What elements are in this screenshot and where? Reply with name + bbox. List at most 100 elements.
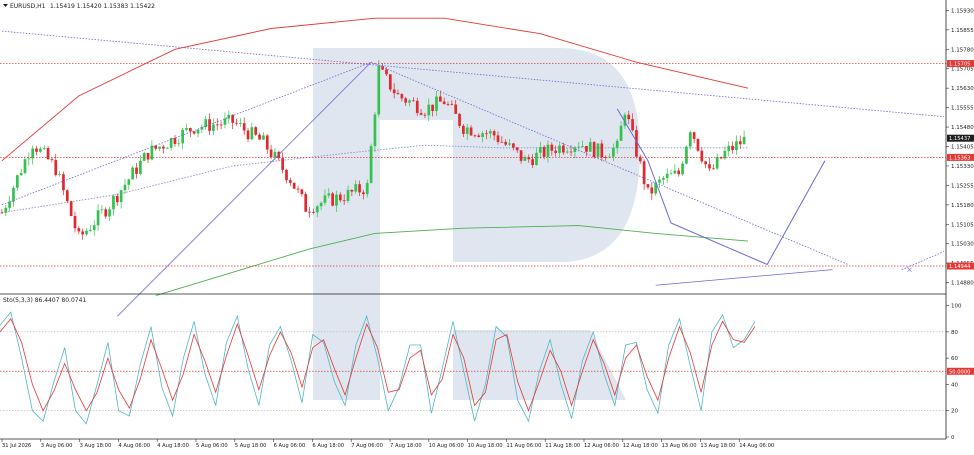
candle-body xyxy=(711,168,715,170)
candle-body xyxy=(742,136,746,145)
candle-body xyxy=(300,189,304,195)
candle-body xyxy=(262,135,265,140)
candle-body xyxy=(577,146,581,148)
candle-body xyxy=(177,143,181,145)
candle-body xyxy=(396,93,400,95)
candle-body xyxy=(112,195,115,210)
candle-body xyxy=(373,114,377,147)
candle-body xyxy=(346,189,350,201)
candle-body xyxy=(496,135,500,142)
candle-body xyxy=(62,174,65,191)
candle-body xyxy=(704,161,708,165)
candle-body xyxy=(335,194,338,206)
time-tick-label: 12 Aug 06:00 xyxy=(584,443,619,449)
candle-body xyxy=(592,142,596,158)
candle-body xyxy=(250,127,254,140)
chart-header: EURUSD,H1 1.15419 1.15420 1.15383 1.1542… xyxy=(3,3,155,10)
candle-body xyxy=(708,164,711,169)
price-tick-label: 1.15855 xyxy=(951,28,974,34)
candle-body xyxy=(81,231,85,235)
candle-body xyxy=(292,182,296,189)
price-tick-label: 1.15405 xyxy=(951,145,974,151)
candle-body xyxy=(431,104,434,111)
candle-body xyxy=(108,209,111,217)
candle-body xyxy=(585,145,588,152)
candle-body xyxy=(212,124,215,131)
candle-body xyxy=(165,147,169,149)
candle-body xyxy=(435,96,438,111)
candle-body xyxy=(12,187,15,202)
candle-body xyxy=(354,184,358,192)
candle-body xyxy=(662,177,665,180)
candle-body xyxy=(238,123,242,124)
candle-body xyxy=(265,135,269,150)
price-tick-label: 1.15180 xyxy=(951,203,974,209)
candle-body xyxy=(131,167,135,180)
candle-body xyxy=(0,212,4,214)
candle-body xyxy=(158,146,161,149)
time-tick-label: 10 Aug 18:00 xyxy=(468,443,503,449)
candle-body xyxy=(492,131,496,136)
candle-body xyxy=(408,100,411,103)
candle-body xyxy=(404,98,408,103)
candle-body xyxy=(254,127,258,135)
candle-body xyxy=(127,179,131,185)
candle-body xyxy=(485,133,488,135)
time-tick-label: 4 Aug 06:00 xyxy=(118,443,150,449)
candle-body xyxy=(27,158,31,160)
time-tick-label: 12 Aug 18:00 xyxy=(623,443,658,449)
price-tick-label: 1.15630 xyxy=(951,86,974,92)
chart-canvas: 1.15930 1.15855 1.15780 1.15705 1.15630 1.155… xyxy=(0,0,974,451)
candle-body xyxy=(281,158,284,170)
candle-body xyxy=(327,193,331,196)
candle-body xyxy=(523,157,527,161)
candle-body xyxy=(388,74,392,90)
candle-body xyxy=(696,138,700,151)
candle-body xyxy=(288,180,292,183)
candle-body xyxy=(377,66,381,115)
candle-body xyxy=(581,145,584,147)
candle-body xyxy=(77,228,81,232)
price-label-3: 1.14944 xyxy=(949,264,971,270)
stochastic-title: Sto(5,3,3) 86.4407 80.0741 xyxy=(3,297,86,304)
candle-body xyxy=(685,146,688,164)
candle-body xyxy=(42,148,46,149)
stochastic-level-label: 50.0000 xyxy=(949,369,970,375)
candle-body xyxy=(196,129,200,134)
candle-body xyxy=(385,69,388,75)
candle-body xyxy=(535,152,538,166)
candle-body xyxy=(423,114,427,116)
candle-body xyxy=(558,145,561,153)
candle-body xyxy=(731,145,734,151)
candle-body xyxy=(700,150,704,162)
candle-body xyxy=(642,161,646,185)
candle-body xyxy=(350,189,354,192)
candle-body xyxy=(688,132,692,147)
candle-body xyxy=(96,210,100,226)
stochastic-tick-label: 100 xyxy=(951,304,962,310)
time-tick-label: 7 Aug 06:00 xyxy=(351,443,383,449)
candle-body xyxy=(273,151,277,158)
candle-body xyxy=(31,148,35,159)
candle-body xyxy=(458,113,461,126)
candle-body xyxy=(565,151,569,153)
stochastic-tick-label: 0 xyxy=(951,435,955,441)
candle-body xyxy=(546,144,550,157)
candle-body xyxy=(554,150,558,153)
candle-body xyxy=(735,141,738,151)
price-tick-label: 1.15930 xyxy=(951,8,974,14)
time-tick-label: 13 Aug 18:00 xyxy=(700,443,735,449)
candle-body xyxy=(419,112,423,115)
candle-body xyxy=(146,153,150,160)
candle-body xyxy=(365,182,369,195)
price-tick-label: 1.15255 xyxy=(951,183,974,189)
stochastic-tick-label: 60 xyxy=(951,356,958,362)
candle-body xyxy=(569,151,573,153)
stochastic-tick-label: 80 xyxy=(951,330,958,336)
candle-body xyxy=(504,141,508,145)
candle-body xyxy=(215,124,219,126)
candle-body xyxy=(531,159,534,166)
candle-body xyxy=(104,209,108,217)
candle-body xyxy=(342,200,346,202)
candle-body xyxy=(669,173,673,175)
